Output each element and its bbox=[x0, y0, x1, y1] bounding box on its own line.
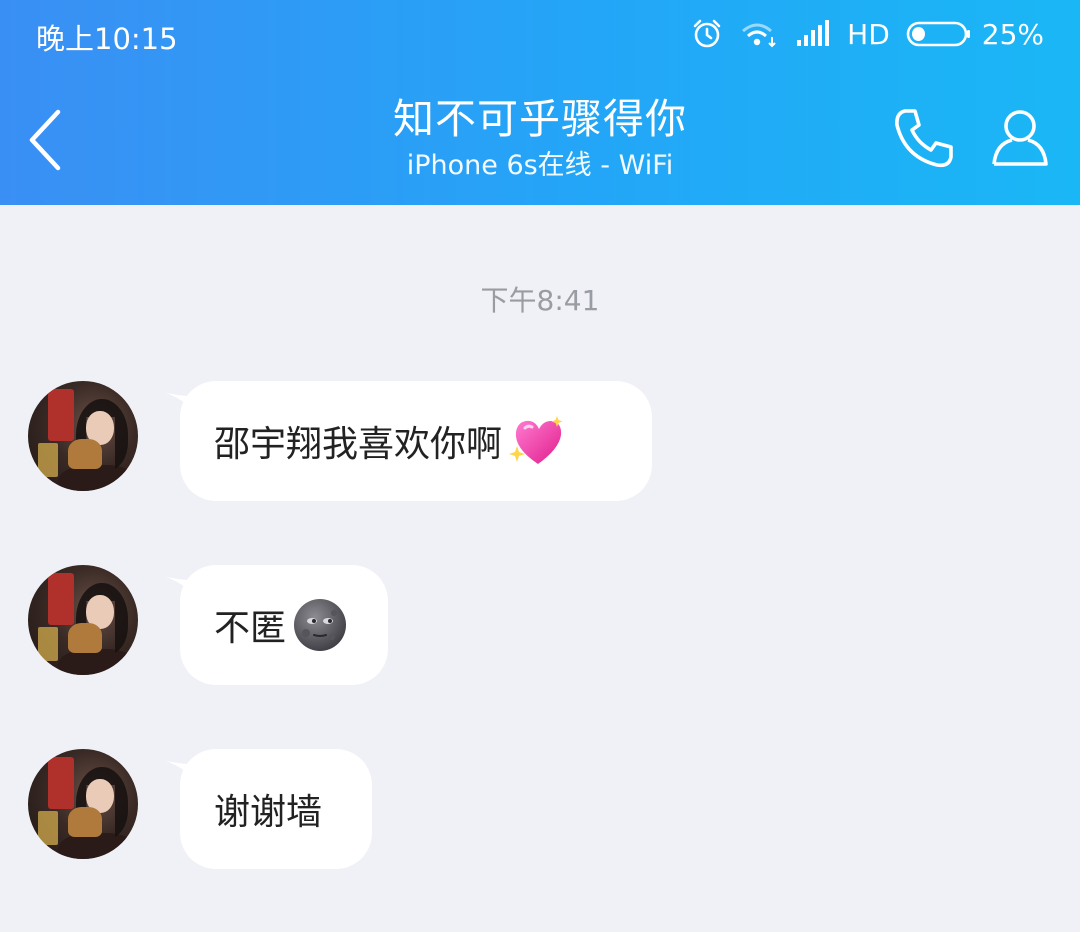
status-time: 晚上10:15 bbox=[36, 22, 178, 56]
message-timestamp: 下午8:41 bbox=[480, 284, 600, 317]
message-row: 邵宇翔我喜欢你啊 bbox=[28, 381, 668, 501]
person-icon bbox=[992, 110, 1048, 166]
message-row: 谢谢墙 bbox=[28, 749, 388, 869]
battery-icon bbox=[906, 20, 972, 48]
chat-title: 知不可乎骤得你 bbox=[393, 95, 687, 143]
avatar[interactable] bbox=[28, 749, 138, 859]
sparkling-heart-emoji bbox=[508, 414, 566, 468]
new-moon-face-emoji bbox=[292, 597, 348, 653]
message-bubble[interactable]: 邵宇翔我喜欢你啊 bbox=[180, 381, 652, 501]
avatar[interactable] bbox=[28, 381, 138, 491]
status-bar: 晚上10:15 HD 25% bbox=[0, 0, 1080, 70]
call-button[interactable] bbox=[884, 98, 964, 178]
back-chevron-icon bbox=[29, 109, 61, 171]
chat-title-block[interactable]: 知不可乎骤得你 iPhone 6s在线 - WiFi bbox=[240, 90, 840, 184]
message-row: 不匿 bbox=[28, 565, 408, 685]
message-text: 邵宇翔我喜欢你啊 bbox=[214, 424, 503, 465]
phone-icon bbox=[895, 109, 953, 168]
avatar[interactable] bbox=[28, 565, 138, 675]
message-text: 谢谢墙 bbox=[214, 792, 323, 833]
back-button[interactable] bbox=[14, 100, 74, 180]
status-icons: HD 25% bbox=[675, 14, 1044, 54]
signal-icon bbox=[795, 20, 831, 48]
message-bubble[interactable]: 不匿 bbox=[180, 565, 388, 685]
message-text: 不匿 bbox=[214, 608, 287, 649]
chat-header: 晚上10:15 HD 25% 知不可乎骤得你 iPhone 6s在线 - WiF… bbox=[0, 0, 1080, 205]
wifi-icon bbox=[739, 19, 779, 49]
network-type-label: HD bbox=[847, 17, 890, 51]
message-bubble[interactable]: 谢谢墙 bbox=[180, 749, 372, 869]
chat-area[interactable]: 下午8:41 邵宇翔我喜欢你啊 不匿 谢谢墙 bbox=[0, 205, 1080, 932]
alarm-icon bbox=[691, 18, 723, 50]
battery-percent: 25% bbox=[981, 17, 1044, 51]
chat-subtitle: iPhone 6s在线 - WiFi bbox=[406, 150, 674, 181]
profile-button[interactable] bbox=[980, 96, 1060, 176]
